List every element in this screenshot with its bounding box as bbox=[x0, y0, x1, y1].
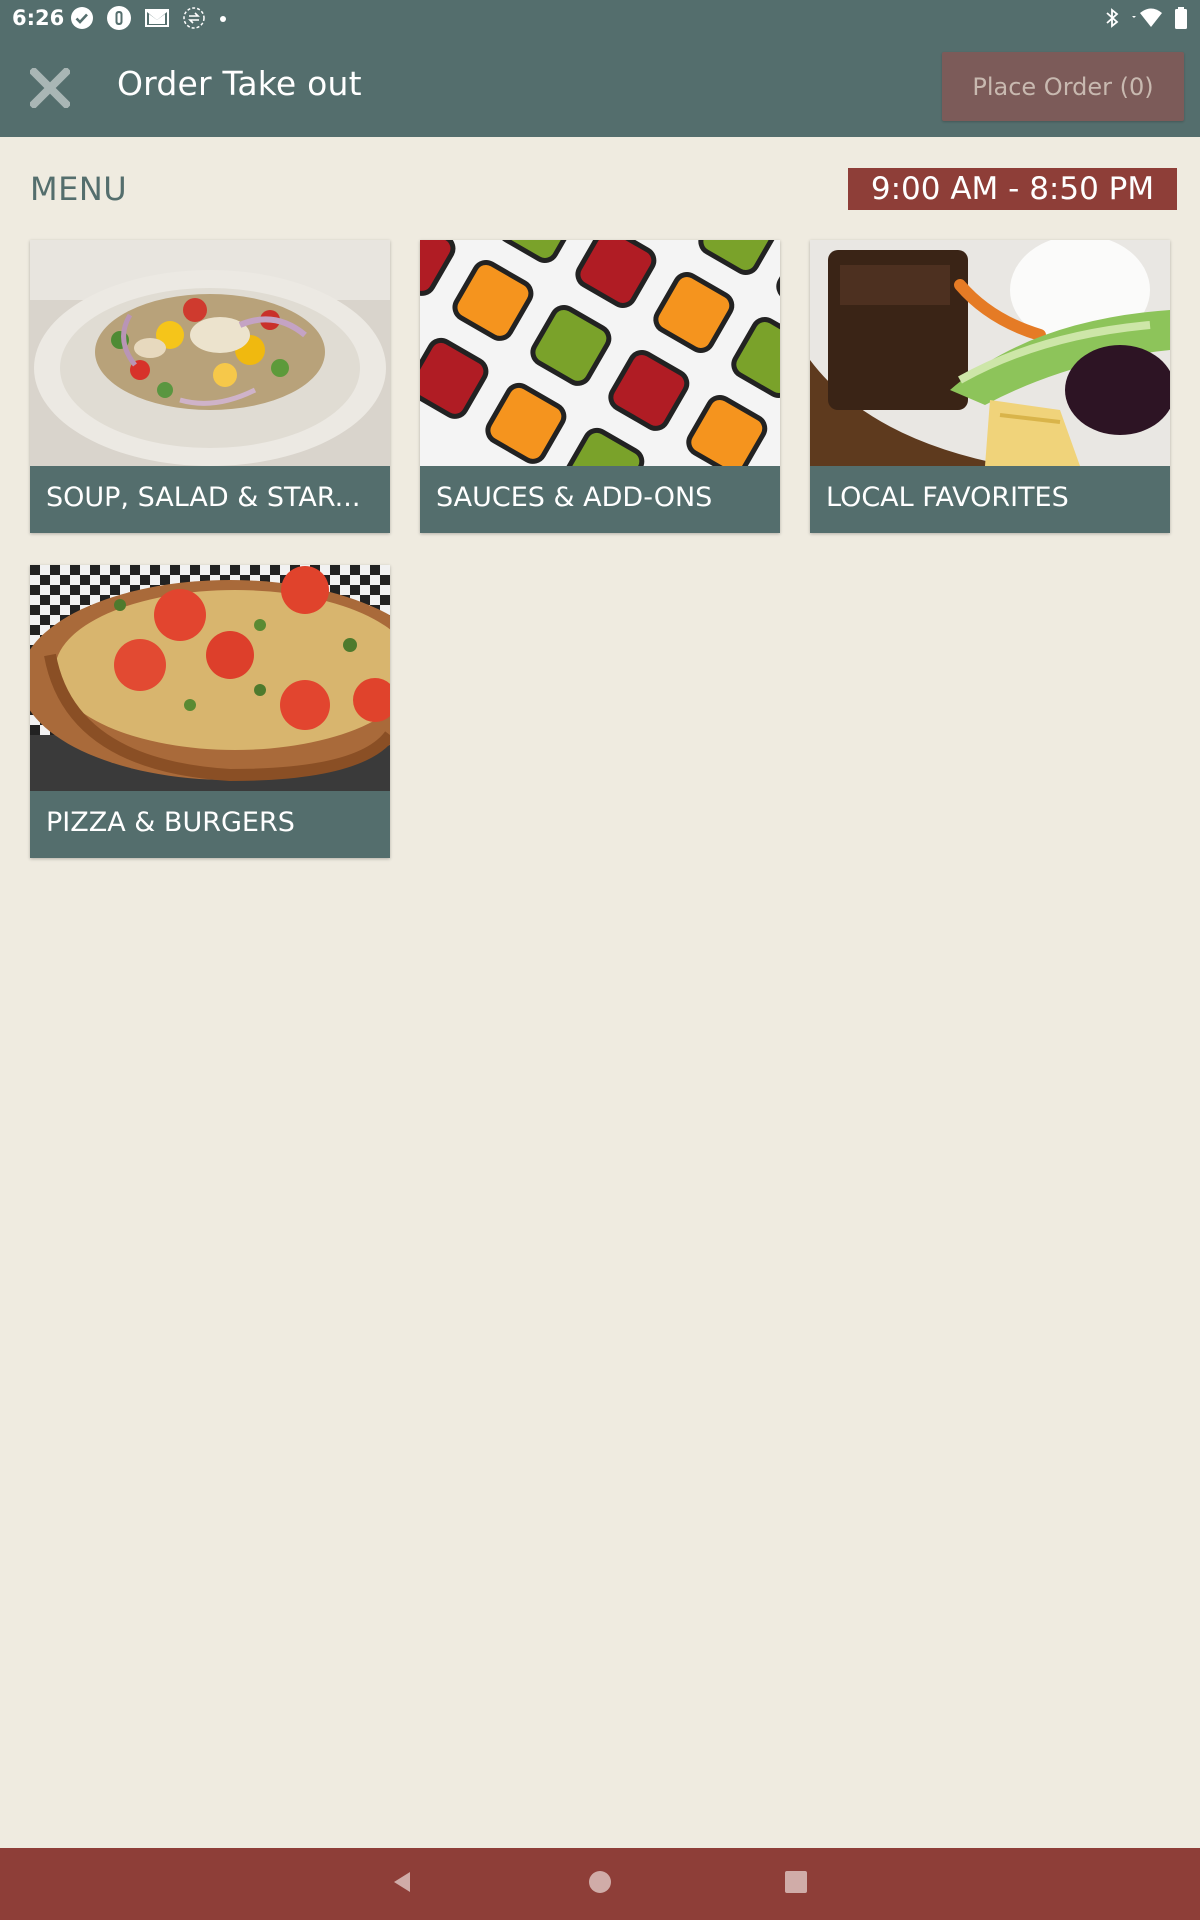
category-tile-pizza-burgers[interactable]: PIZZA & BURGERS bbox=[30, 565, 390, 858]
category-tile-sauces-add-ons[interactable]: SAUCES & ADD-ONS bbox=[420, 240, 780, 533]
app-bar: Order Take out Place Order (0) bbox=[0, 36, 1200, 137]
mail-icon bbox=[144, 6, 170, 30]
category-label: SOUP, SALAD & STAR... bbox=[30, 466, 390, 533]
back-icon bbox=[390, 1870, 414, 1898]
page-title: Order Take out bbox=[117, 64, 362, 103]
wifi-icon bbox=[1130, 6, 1164, 30]
sync-icon bbox=[182, 6, 206, 30]
bluetooth-icon bbox=[1104, 6, 1120, 30]
status-time: 6:26 bbox=[12, 6, 65, 30]
close-button[interactable] bbox=[22, 62, 78, 118]
dot-icon bbox=[218, 6, 228, 30]
sauces-photo bbox=[420, 240, 780, 466]
check-circle-icon bbox=[70, 6, 94, 30]
place-order-label: Place Order (0) bbox=[972, 72, 1154, 101]
category-label: SAUCES & ADD-ONS bbox=[420, 466, 780, 533]
back-button[interactable] bbox=[380, 1862, 424, 1906]
status-notification-icons bbox=[70, 4, 228, 32]
menu-heading: MENU bbox=[30, 170, 128, 208]
pizza-photo bbox=[30, 565, 390, 791]
recents-button[interactable] bbox=[774, 1862, 818, 1906]
category-tile-soup-salad-starters[interactable]: SOUP, SALAD & STAR... bbox=[30, 240, 390, 533]
status-system-icons bbox=[1104, 4, 1188, 32]
home-icon bbox=[588, 1870, 612, 1898]
info-badge-icon bbox=[106, 5, 132, 31]
category-label: PIZZA & BURGERS bbox=[30, 791, 390, 858]
hours-badge: 9:00 AM - 8:50 PM bbox=[848, 168, 1177, 210]
place-order-button[interactable]: Place Order (0) bbox=[942, 52, 1184, 121]
category-tile-local-favorites[interactable]: LOCAL FAVORITES bbox=[810, 240, 1170, 533]
recents-icon bbox=[784, 1870, 808, 1898]
home-button[interactable] bbox=[578, 1862, 622, 1906]
category-label: LOCAL FAVORITES bbox=[810, 466, 1170, 533]
close-icon bbox=[28, 66, 72, 112]
status-bar: 6:26 bbox=[0, 0, 1200, 36]
system-nav-bar bbox=[0, 1848, 1200, 1920]
local-favorites-photo bbox=[810, 240, 1170, 466]
salad-photo bbox=[30, 240, 390, 466]
battery-icon bbox=[1174, 6, 1188, 30]
